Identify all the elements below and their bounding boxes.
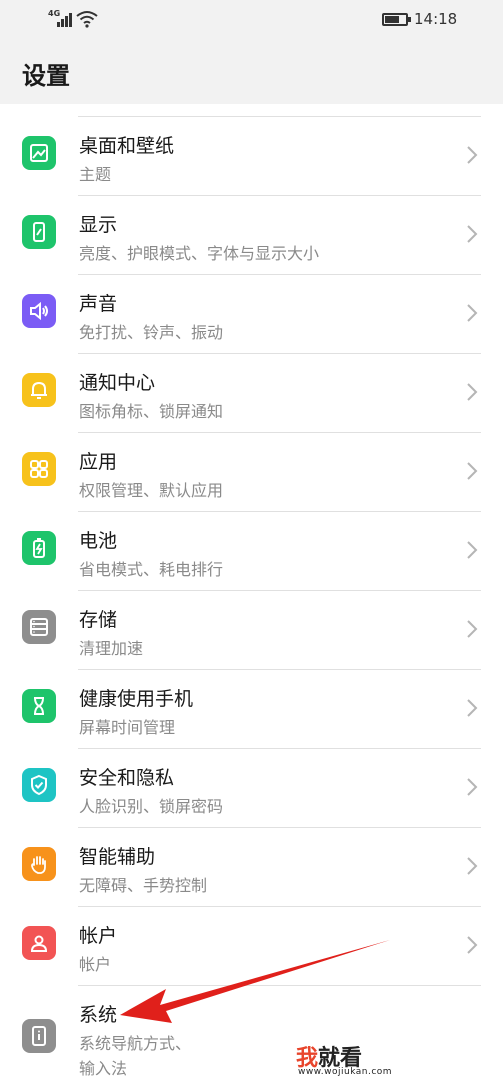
settings-item-subtitle: 省电模式、耗电排行 [79, 560, 224, 579]
chevron-right-icon [467, 304, 478, 322]
settings-item[interactable]: 电池省电模式、耗电排行 [0, 511, 503, 590]
settings-item-subtitle: 帐户 [79, 955, 112, 974]
watermark-url: www.wojiukan.com [298, 1067, 393, 1077]
settings-item-system[interactable]: 系统系统导航方式、 输入法 [0, 985, 503, 1092]
settings-item-subtitle: 无障碍、手势控制 [79, 876, 208, 895]
chevron-right-icon [467, 620, 478, 638]
hourglass-icon [22, 689, 56, 723]
chevron-right-icon [467, 936, 478, 954]
settings-item-label: 存储 [79, 609, 118, 631]
settings-item-subtitle: 权限管理、默认应用 [79, 481, 224, 500]
divider [78, 195, 481, 196]
wallpaper-icon [22, 136, 56, 170]
settings-item-label: 显示 [79, 214, 118, 236]
divider [78, 748, 481, 749]
apps-grid-icon [22, 452, 56, 486]
page-title: 设置 [22, 62, 70, 90]
settings-item-label: 健康使用手机 [79, 688, 194, 710]
divider [78, 353, 481, 354]
settings-item-subtitle: 人脸识别、锁屏密码 [79, 797, 224, 816]
settings-item[interactable]: 通知中心图标角标、锁屏通知 [0, 353, 503, 432]
settings-item[interactable]: 应用权限管理、默认应用 [0, 432, 503, 511]
divider [78, 906, 481, 907]
settings-item-label: 系统 [79, 1004, 118, 1026]
settings-item-subtitle: 系统导航方式、 [79, 1034, 192, 1053]
settings-item-subtitle: 屏幕时间管理 [79, 718, 176, 737]
hand-icon [22, 847, 56, 881]
settings-item-label: 安全和隐私 [79, 767, 175, 789]
settings-item[interactable]: 桌面和壁纸 主题 [0, 116, 503, 195]
chevron-right-icon [467, 541, 478, 559]
cellular-signal-icon: 4G [48, 9, 72, 27]
clock: 14:18 [414, 10, 458, 28]
settings-item-subtitle: 亮度、护眼模式、字体与显示大小 [79, 244, 320, 263]
storage-icon [22, 610, 56, 644]
divider [78, 827, 481, 828]
settings-item-subtitle: 免打扰、铃声、振动 [79, 323, 224, 342]
settings-item-label: 声音 [79, 293, 118, 315]
wifi-icon [76, 11, 98, 28]
settings-item-subtitle: 图标角标、锁屏通知 [79, 402, 224, 421]
settings-item[interactable]: 声音免打扰、铃声、振动 [0, 274, 503, 353]
chevron-right-icon [467, 857, 478, 875]
settings-item[interactable]: 帐户 帐户 [0, 906, 503, 985]
system-info-icon [22, 1019, 56, 1053]
divider [78, 511, 481, 512]
settings-item-subtitle: 清理加速 [79, 639, 144, 658]
battery-icon [22, 531, 56, 565]
divider [78, 985, 481, 986]
network-type: 4G [48, 9, 61, 18]
settings-item-label: 应用 [79, 451, 118, 473]
status-bar: 4G 14:18 [0, 0, 503, 38]
settings-item[interactable]: 健康使用手机 屏幕时间管理 [0, 669, 503, 748]
settings-item-label: 电池 [79, 530, 118, 552]
chevron-right-icon [467, 146, 478, 164]
bell-icon [22, 373, 56, 407]
settings-item-label: 帐户 [79, 925, 118, 947]
divider [78, 432, 481, 433]
speaker-icon [22, 294, 56, 328]
settings-item-label: 智能辅助 [79, 846, 156, 868]
settings-item-subtitle-line2: 输入法 [79, 1059, 128, 1078]
settings-item-subtitle: 主题 [79, 165, 112, 184]
settings-item[interactable]: 显示亮度、护眼模式、字体与显示大小 [0, 195, 503, 274]
account-icon [22, 926, 56, 960]
settings-item-label: 通知中心 [79, 372, 156, 394]
settings-list: 桌面和壁纸主题显示亮度、护眼模式、字体与显示大小 声音免打扰、铃声、振动 通知中心图… [0, 116, 503, 1092]
chevron-right-icon [467, 462, 478, 480]
settings-item[interactable]: 安全和隐私人脸识别、锁屏密码 [0, 748, 503, 827]
settings-item[interactable]: 存储 清理加速 [0, 590, 503, 669]
divider [78, 590, 481, 591]
divider [78, 116, 481, 117]
settings-item[interactable]: 智能辅助无障碍、手势控制 [0, 827, 503, 906]
chevron-right-icon [467, 383, 478, 401]
chevron-right-icon [467, 778, 478, 796]
battery-status-icon [382, 13, 411, 26]
settings-item-label: 桌面和壁纸 [79, 135, 175, 157]
chevron-right-icon [467, 225, 478, 243]
display-icon [22, 215, 56, 249]
watermark: 我就看 www.wojiukan.com [296, 1040, 426, 1080]
shield-icon [22, 768, 56, 802]
page-header: 设置 [0, 38, 503, 104]
divider [78, 669, 481, 670]
divider [78, 274, 481, 275]
chevron-right-icon [467, 699, 478, 717]
